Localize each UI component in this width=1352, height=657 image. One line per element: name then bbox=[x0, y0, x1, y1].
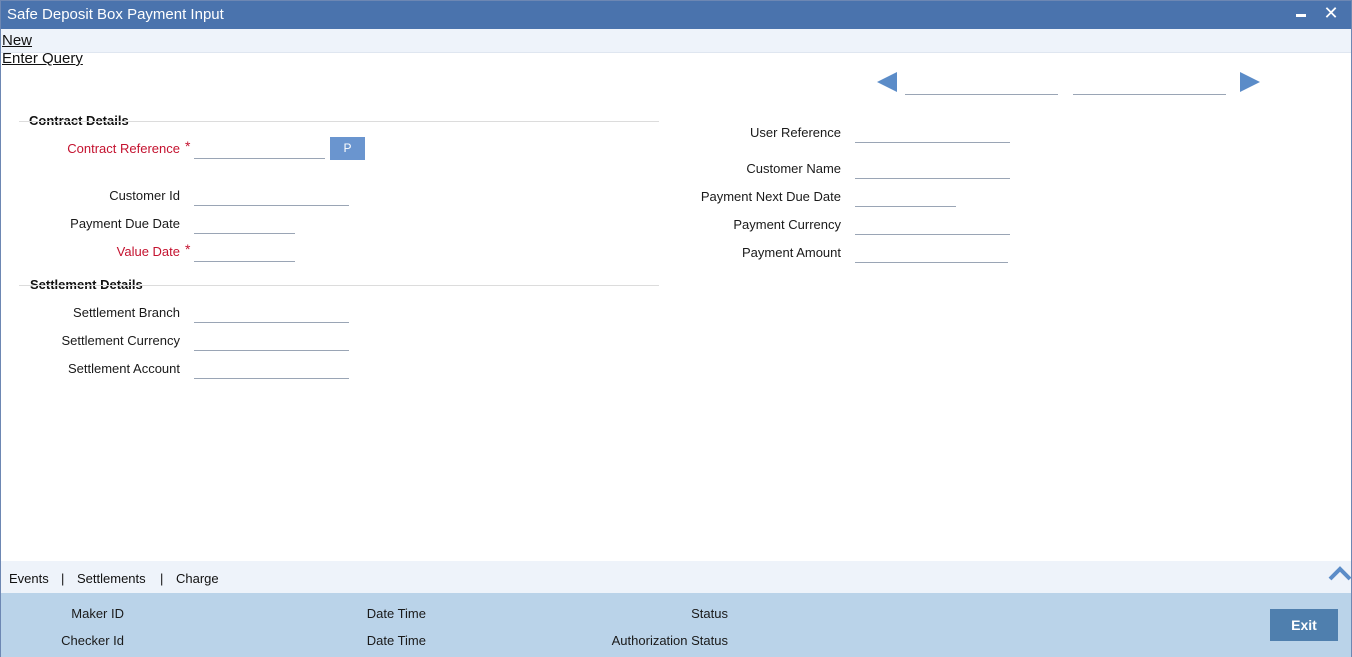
window-title: Safe Deposit Box Payment Input bbox=[7, 6, 224, 23]
value-date-label: Value Date bbox=[116, 244, 180, 259]
settlement-account-input[interactable] bbox=[194, 357, 349, 379]
customer-name-label: Customer Name bbox=[746, 161, 841, 176]
checker-date-time-label: Date Time bbox=[366, 633, 426, 648]
payment-currency-input[interactable] bbox=[855, 213, 1010, 235]
payment-amount-label: Payment Amount bbox=[742, 245, 841, 260]
tab-separator: | bbox=[61, 571, 65, 586]
required-mark: * bbox=[185, 241, 191, 257]
arrow-right-icon[interactable] bbox=[1238, 71, 1262, 93]
required-mark: * bbox=[185, 138, 191, 154]
value-date-input[interactable] bbox=[194, 240, 295, 262]
contract-reference-label: Contract Reference bbox=[67, 141, 180, 156]
contract-reference-input[interactable] bbox=[194, 137, 325, 159]
record-nav-field-1[interactable] bbox=[905, 94, 1058, 95]
exit-button[interactable]: Exit bbox=[1270, 609, 1338, 641]
contract-details-divider bbox=[19, 121, 659, 122]
settlement-account-label: Settlement Account bbox=[67, 361, 180, 376]
user-reference-input[interactable] bbox=[855, 121, 1010, 143]
p-button[interactable]: P bbox=[330, 137, 365, 160]
payment-amount-input[interactable] bbox=[855, 241, 1008, 263]
enter-query-link[interactable]: Enter Query bbox=[2, 50, 83, 67]
tab-charge[interactable]: Charge bbox=[176, 571, 219, 586]
arrow-left-icon[interactable] bbox=[875, 71, 899, 93]
app-window: Safe Deposit Box Payment Input ✕ New Ent… bbox=[0, 0, 1352, 657]
minimize-icon[interactable] bbox=[1291, 3, 1311, 25]
close-icon[interactable]: ✕ bbox=[1321, 3, 1341, 25]
settlement-branch-label: Settlement Branch bbox=[73, 305, 180, 320]
authorization-status-label: Authorization Status bbox=[611, 633, 728, 648]
chevron-up-icon[interactable] bbox=[1328, 564, 1352, 582]
toolbar bbox=[1, 29, 1351, 53]
customer-name-input[interactable] bbox=[855, 157, 1010, 179]
tab-settlements[interactable]: Settlements bbox=[77, 571, 146, 586]
maker-date-time-label: Date Time bbox=[366, 606, 426, 621]
settlement-branch-input[interactable] bbox=[194, 301, 349, 323]
tab-separator: | bbox=[160, 571, 164, 586]
title-bar: Safe Deposit Box Payment Input ✕ bbox=[1, 1, 1351, 29]
new-link[interactable]: New bbox=[2, 32, 32, 49]
payment-due-date-label: Payment Due Date bbox=[70, 216, 180, 231]
payment-next-due-date-label: Payment Next Due Date bbox=[700, 189, 841, 204]
subsystem-tabs: Events | Settlements | Charge bbox=[1, 561, 1351, 593]
record-nav-field-2[interactable] bbox=[1073, 94, 1226, 95]
audit-footer: Maker ID Checker Id Date Time Date Time … bbox=[1, 593, 1351, 657]
payment-due-date-input[interactable] bbox=[194, 212, 295, 234]
settlement-details-divider bbox=[19, 285, 659, 286]
payment-next-due-date-input[interactable] bbox=[855, 185, 956, 207]
user-reference-label: User Reference bbox=[749, 125, 841, 140]
tab-events[interactable]: Events bbox=[9, 571, 49, 586]
settlement-currency-input[interactable] bbox=[194, 329, 349, 351]
status-label: Status bbox=[691, 606, 728, 621]
payment-currency-label: Payment Currency bbox=[733, 217, 841, 232]
checker-id-label: Checker Id bbox=[61, 633, 124, 648]
maker-id-label: Maker ID bbox=[71, 606, 124, 621]
settlement-currency-label: Settlement Currency bbox=[61, 333, 181, 348]
customer-id-input[interactable] bbox=[194, 184, 349, 206]
customer-id-label: Customer Id bbox=[109, 188, 180, 203]
